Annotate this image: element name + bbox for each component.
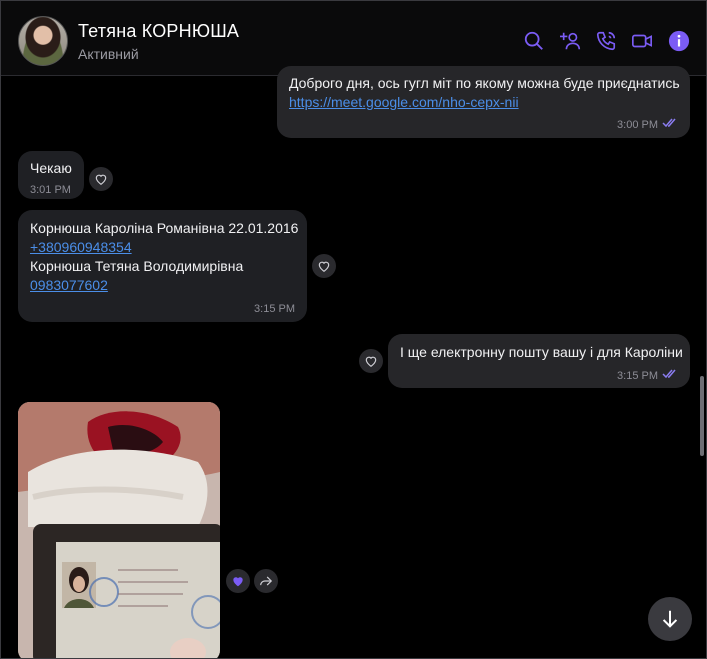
forward-icon (260, 576, 273, 586)
message-line: Корнюша Тетяна Володимирівна (30, 258, 244, 274)
contact-avatar[interactable] (18, 16, 68, 66)
message-text: Доброго дня, ось гугл міт по якому можна… (289, 75, 680, 91)
forward-button[interactable] (254, 569, 278, 593)
search-icon[interactable] (522, 29, 546, 53)
read-ticks-icon (662, 369, 676, 379)
arrow-down-icon (662, 610, 678, 628)
message-line: Корнюша Кароліна Романівна 22.01.2016 (30, 220, 299, 236)
message-time: 3:15 PM (254, 303, 295, 315)
phone-link[interactable]: 0983077602 (30, 276, 108, 295)
chat-window: Тетяна КОРНЮША Активний Доброго дня, ось… (0, 0, 707, 659)
heart-icon (95, 174, 107, 185)
message-text: Чекаю (30, 160, 72, 176)
phone-link[interactable]: +380960948354 (30, 238, 132, 257)
incoming-message[interactable]: Чекаю 3:01 PM (18, 151, 84, 199)
heart-icon (365, 356, 377, 367)
message-time: 3:00 PM (617, 119, 658, 131)
incoming-message[interactable]: Корнюша Кароліна Романівна 22.01.2016 +3… (18, 210, 307, 322)
document-photo (18, 402, 220, 658)
like-button-active[interactable] (226, 569, 250, 593)
outgoing-message[interactable]: І ще електронну пошту вашу і для Каролін… (388, 334, 690, 388)
heart-icon (318, 261, 330, 272)
meet-link[interactable]: https://meet.google.com/nho-cepx-nii (289, 93, 519, 112)
call-icon[interactable] (594, 29, 618, 53)
message-text: І ще електронну пошту вашу і для Каролін… (400, 344, 683, 360)
video-call-icon[interactable] (630, 29, 654, 53)
contact-status: Активний (78, 46, 139, 62)
info-icon[interactable] (667, 29, 691, 53)
add-participant-icon[interactable] (559, 29, 583, 53)
scroll-to-bottom-button[interactable] (648, 597, 692, 641)
message-time: 3:15 PM (617, 370, 658, 382)
heart-filled-icon (233, 577, 243, 587)
like-button[interactable] (312, 254, 336, 278)
message-list[interactable]: Доброго дня, ось гугл міт по якому можна… (1, 66, 706, 658)
contact-name[interactable]: Тетяна КОРНЮША (78, 21, 239, 42)
message-time: 3:01 PM (30, 184, 71, 196)
read-ticks-icon (662, 118, 676, 128)
outgoing-message[interactable]: Доброго дня, ось гугл міт по якому можна… (277, 66, 690, 138)
scrollbar[interactable] (700, 376, 704, 456)
like-button[interactable] (89, 167, 113, 191)
like-button[interactable] (359, 349, 383, 373)
photo-message[interactable] (18, 402, 220, 658)
chat-header: Тетяна КОРНЮША Активний (1, 1, 706, 76)
